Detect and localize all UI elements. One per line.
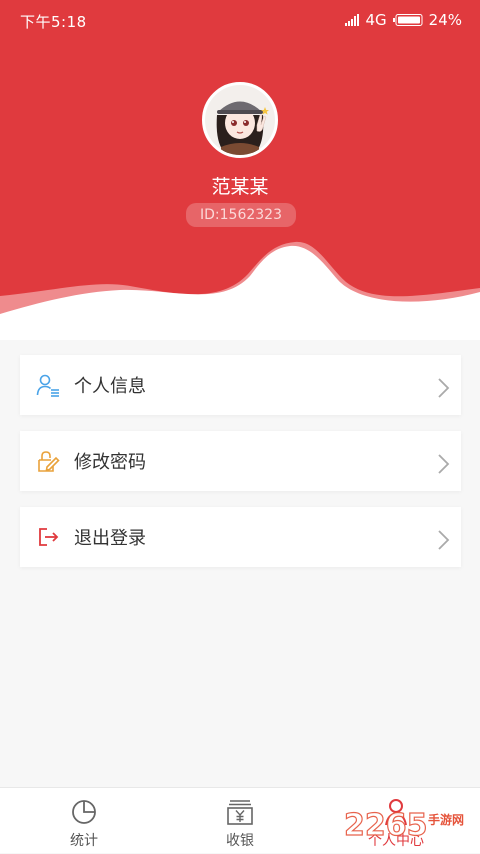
menu-item-label: 个人信息 — [74, 376, 146, 397]
avatar[interactable] — [202, 82, 278, 158]
status-right: 4G 24% — [345, 11, 462, 29]
edit-password-icon — [38, 451, 60, 472]
battery-label: 24% — [428, 11, 462, 29]
chevron-right-icon — [438, 530, 450, 550]
cashier-icon — [227, 800, 253, 825]
profile-id-badge: ID:1562323 — [186, 203, 296, 227]
signal-icon — [345, 14, 360, 26]
nav-tab-profile[interactable]: 个人中心 — [316, 788, 476, 854]
logout-icon — [39, 528, 59, 546]
avatar-image — [205, 85, 275, 155]
status-bar: 下午5:18 4G 24% — [0, 0, 480, 40]
nav-tab-statistics[interactable]: 统计 — [4, 788, 164, 854]
network-label: 4G — [365, 11, 387, 29]
chevron-right-icon — [438, 454, 450, 474]
nav-label: 个人中心 — [368, 833, 424, 849]
bottom-nav: 统计 收银 个人中心 — [0, 787, 480, 853]
header-wave — [0, 241, 480, 340]
menu-item-label: 修改密码 — [74, 452, 146, 473]
person-icon — [385, 799, 407, 826]
pie-chart-icon — [72, 800, 96, 824]
menu-item-change-password[interactable]: 修改密码 — [20, 431, 461, 491]
menu-item-personal-info[interactable]: 个人信息 — [20, 355, 461, 415]
profile-name: 范某某 — [211, 176, 269, 198]
nav-label: 统计 — [70, 833, 98, 849]
nav-tab-cashier[interactable]: 收银 — [160, 788, 320, 854]
user-info-icon — [36, 374, 59, 397]
menu-item-label: 退出登录 — [74, 528, 146, 549]
profile-header: 下午5:18 4G 24% 范某某 ID:1562323 — [0, 0, 480, 340]
menu-item-logout[interactable]: 退出登录 — [20, 507, 461, 567]
nav-label: 收银 — [226, 833, 254, 849]
battery-icon — [392, 14, 423, 26]
status-time: 下午5:18 — [20, 13, 87, 31]
chevron-right-icon — [438, 378, 450, 398]
menu-list: 个人信息 修改密码 退出登录 — [20, 355, 461, 583]
